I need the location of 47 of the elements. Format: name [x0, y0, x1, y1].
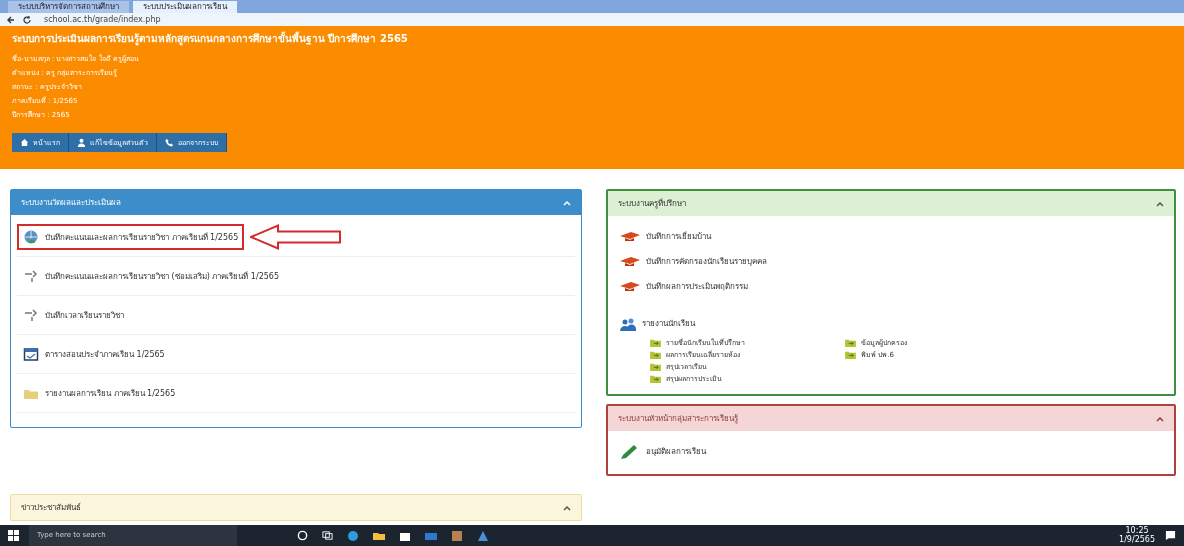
menu-link[interactable]: บันทึกการคัดกรองนักเรียนรายบุคคล — [620, 249, 1162, 274]
menu-link[interactable]: บันทึกการเยี่ยมบ้าน — [620, 224, 1162, 249]
mortarboard-icon — [620, 280, 640, 293]
folder-arrow-icon — [650, 373, 661, 383]
menu-link[interactable]: ตารางสอนประจำภาคเรียน 1/2565 — [17, 341, 171, 367]
menu-link[interactable]: รายงานผลการเรียน ภาคเรียน 1/2565 — [17, 380, 182, 406]
mortarboard-icon — [620, 255, 640, 268]
menu-link[interactable]: บันทึกเวลาเรียนรายวิชา — [17, 302, 130, 328]
reload-icon[interactable] — [22, 14, 32, 25]
collapse-icon[interactable] — [1156, 415, 1164, 422]
app-icon[interactable] — [477, 529, 489, 542]
browser-tab[interactable]: ระบบบริหารจัดการสถานศึกษา — [8, 1, 129, 13]
phone-icon — [165, 138, 174, 147]
clock-time: 10:25 — [1125, 526, 1149, 535]
user-icon — [77, 138, 86, 147]
browser-tab[interactable]: ระบบประเมินผลการเรียน — [133, 1, 237, 13]
pencil-icon — [620, 443, 640, 460]
collapse-icon[interactable] — [563, 504, 571, 511]
folder-arrow-icon — [650, 349, 661, 359]
notification-icon[interactable] — [1165, 530, 1176, 541]
menu-link[interactable]: บันทึกคะแนนและผลการเรียนรายวิชา ภาคเรียนที่ 1/2565 — [17, 224, 245, 250]
globe-icon — [23, 229, 39, 245]
folder-arrow-icon — [650, 337, 661, 347]
panel-title: ข่าวประชาสัมพันธ์ — [21, 502, 81, 514]
mortarboard-icon — [620, 230, 640, 243]
browser-icon[interactable] — [347, 529, 359, 542]
panel-title: ระบบงานครูที่ปรึกษา — [618, 197, 686, 210]
back-icon[interactable] — [6, 14, 16, 25]
circle-icon[interactable] — [297, 530, 308, 541]
folder-arrow-icon — [650, 361, 661, 371]
task-view-icon[interactable] — [322, 530, 333, 541]
menu-link[interactable]: บันทึกคะแนนและผลการเรียนรายวิชา (ซ่อมเสริม) ภาคเรียนที่ 1/2565 — [17, 263, 285, 289]
collapse-icon[interactable] — [1156, 200, 1164, 207]
panel-title: ระบบงานหัวหน้ากลุ่มสาระการเรียนรู้ — [618, 413, 738, 425]
calendar-icon — [23, 346, 39, 362]
address-field[interactable]: school.ac.th/grade/index.php — [38, 15, 167, 24]
panel-title: ระบบงานวัดผลและประเมินผล — [21, 197, 121, 209]
folder-arrow-icon — [845, 337, 856, 347]
home-icon — [20, 138, 29, 147]
menu-link[interactable]: อนุมัติผลการเรียน — [620, 439, 1162, 464]
clock-date: 1/9/2565 — [1119, 535, 1155, 545]
folder-arrow-icon — [845, 349, 856, 359]
page-title: ระบบการประเมินผลการเรียนรู้ตามหลักสูตรแกนกลางการศึกษาขั้นพื้นฐาน ปีการศึกษา 2565 — [12, 31, 409, 46]
windows-icon[interactable] — [8, 530, 19, 541]
menu-link[interactable]: บันทึกผลการประเมินพฤติกรรม — [620, 274, 1162, 299]
app-icon[interactable] — [451, 529, 463, 542]
menu-link[interactable]: รายงานนักเรียน — [620, 311, 1162, 336]
